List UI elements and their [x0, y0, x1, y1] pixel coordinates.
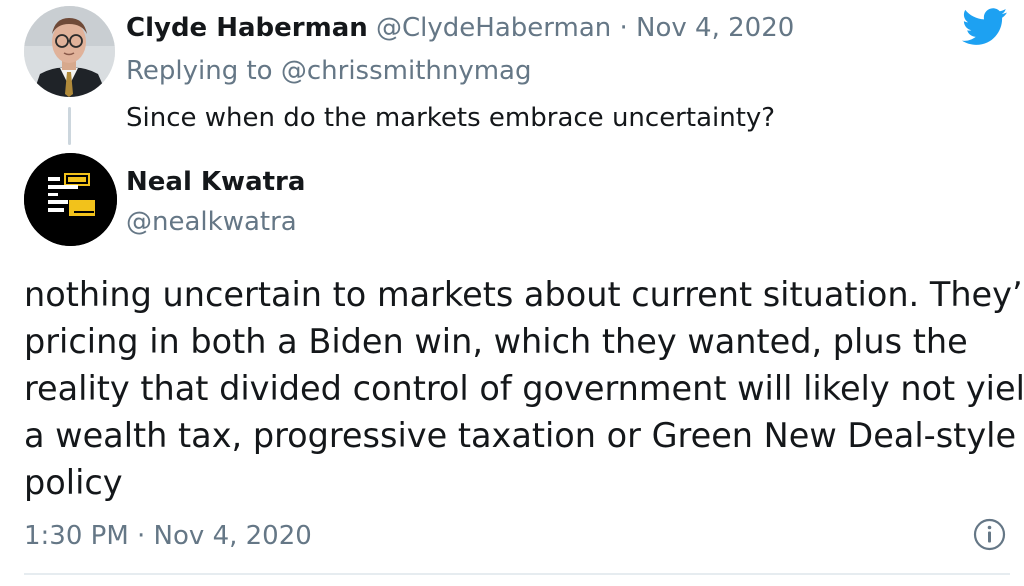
parent-tweet-header: Clyde Haberman @ClydeHaberman · Nov 4, 2… — [126, 12, 794, 44]
parent-tweet-text: Since when do the markets embrace uncert… — [126, 103, 776, 133]
twitter-bird-shape — [962, 8, 1008, 45]
m4bl-logo-avatar — [24, 153, 117, 246]
replying-to-line: Replying to @chrissmithnymag — [126, 55, 532, 87]
tweet-text-line: nothing uncertain to markets about curre… — [24, 275, 1024, 314]
replying-to-handle[interactable]: @chrissmithnymag — [281, 56, 532, 86]
parent-author-handle[interactable]: @ClydeHaberman — [376, 13, 611, 43]
tweet-text-line: pricing in both a Biden win, which they … — [24, 322, 968, 361]
clyde-haberman-avatar[interactable] — [24, 6, 115, 97]
tweet-timestamp[interactable]: 1:30 PM · Nov 4, 2020 — [24, 518, 312, 554]
twitter-bird-icon[interactable] — [962, 8, 1008, 46]
parent-tweet-date[interactable]: Nov 4, 2020 — [636, 13, 794, 43]
main-author-name[interactable]: Neal Kwatra — [126, 165, 305, 199]
thread-connector-line — [68, 107, 71, 145]
header-separator: · — [619, 13, 628, 43]
tweet-text-line: a wealth tax, progressive taxation or Gr… — [24, 416, 1017, 455]
tweet-text-line: reality that divided control of governme… — [24, 369, 1024, 408]
main-author-handle[interactable]: @nealkwatra — [126, 205, 297, 239]
avatar-photo — [24, 6, 115, 97]
tweet-text-line: policy — [24, 463, 123, 502]
info-icon[interactable] — [973, 518, 1006, 551]
bottom-divider — [24, 573, 1010, 575]
replying-to-label: Replying to — [126, 56, 273, 86]
neal-kwatra-avatar[interactable] — [24, 153, 117, 246]
info-circle-shape — [973, 518, 1006, 551]
parent-author-name[interactable]: Clyde Haberman — [126, 13, 368, 43]
